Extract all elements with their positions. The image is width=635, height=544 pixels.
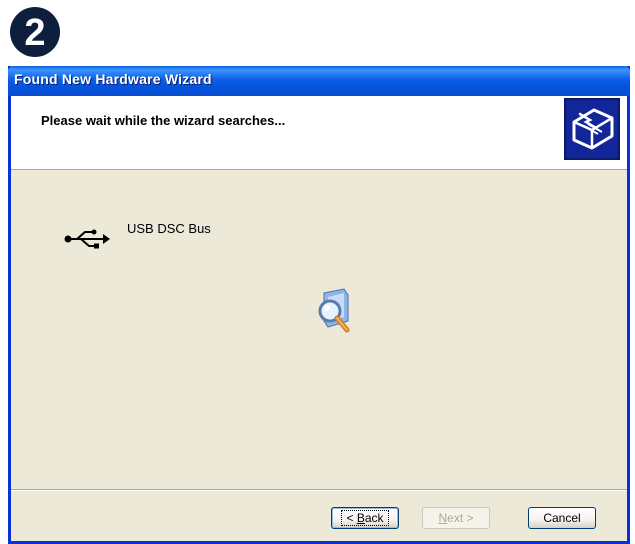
step-number-badge: 2 [10,7,60,57]
usb-icon [64,229,110,249]
search-animation-icon [318,288,350,333]
footer-separator [11,489,627,491]
title-bar[interactable]: Found New Hardware Wizard [8,66,630,96]
wizard-header: Please wait while the wizard searches... [11,96,627,170]
header-text: Please wait while the wizard searches... [41,113,286,128]
step-number: 2 [24,12,45,54]
cancel-button[interactable]: Cancel [528,507,596,529]
device-name: USB DSC Bus [127,221,211,236]
back-button[interactable]: < Back [331,507,399,529]
wizard-window: Found New Hardware Wizard Please wait wh… [8,66,630,544]
window-title: Found New Hardware Wizard [14,71,212,87]
next-button[interactable]: Next > [422,507,490,529]
hardware-wizard-icon [564,98,620,160]
